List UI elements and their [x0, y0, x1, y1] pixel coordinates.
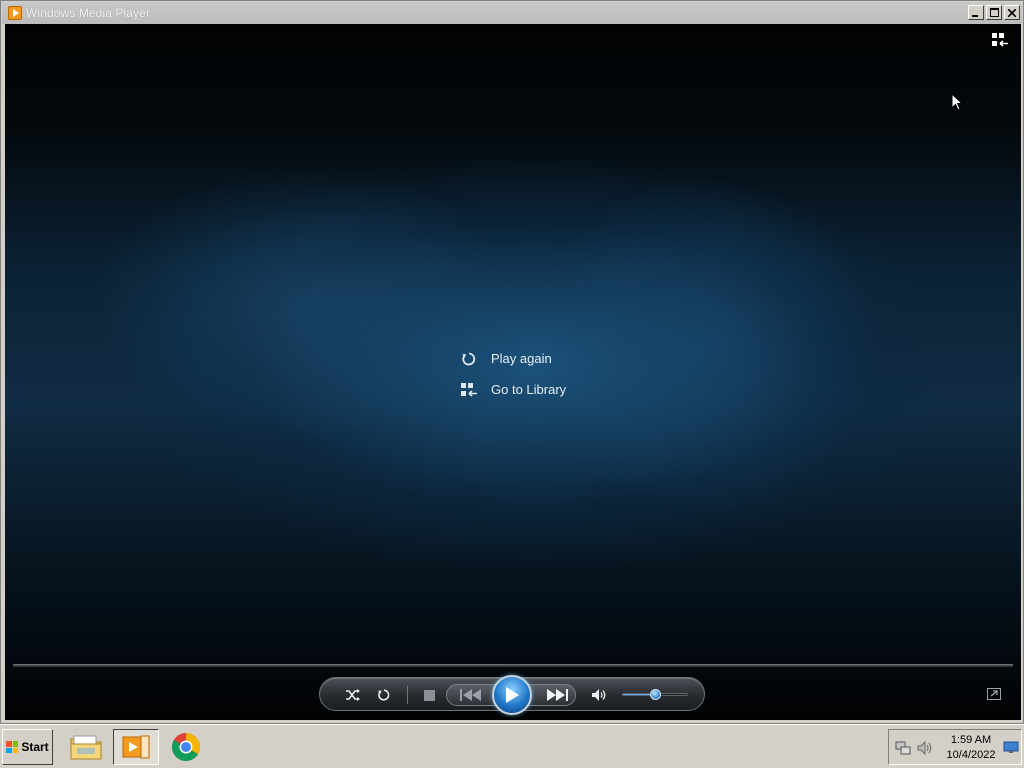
- clock-time: 1:59 AM: [950, 734, 992, 746]
- mute-button[interactable]: [590, 686, 608, 704]
- playback-controls: [319, 675, 705, 715]
- replay-icon: [459, 350, 479, 368]
- play-icon: [506, 687, 519, 703]
- repeat-button[interactable]: [375, 686, 393, 704]
- volume-slider[interactable]: [622, 689, 688, 700]
- library-icon: [459, 381, 479, 399]
- taskbar: Start 1:59 AM 10/4/2022: [0, 724, 1024, 768]
- mouse-cursor-icon: [951, 93, 963, 111]
- shuffle-icon: [346, 689, 360, 701]
- go-to-library-label: Go to Library: [491, 382, 567, 397]
- play-again-label: Play again: [491, 351, 552, 366]
- file-explorer-icon: [70, 735, 102, 760]
- start-label: Start: [21, 740, 49, 754]
- chrome-icon: [172, 733, 200, 761]
- fullscreen-icon[interactable]: [987, 688, 1001, 700]
- maximize-button[interactable]: [986, 5, 1002, 20]
- shuffle-button[interactable]: [344, 686, 362, 704]
- stop-icon: [423, 689, 435, 701]
- network-icon[interactable]: [895, 740, 911, 756]
- taskbar-media-player[interactable]: [113, 729, 159, 765]
- previous-button[interactable]: [456, 686, 486, 704]
- media-player-window: Windows Media Player Play again Go to Li…: [0, 0, 1024, 724]
- next-icon: [547, 689, 568, 701]
- title-bar[interactable]: Windows Media Player: [2, 2, 1022, 24]
- close-button[interactable]: [1004, 5, 1020, 20]
- stop-button[interactable]: [420, 686, 438, 704]
- windows-logo-icon: [6, 741, 19, 753]
- start-button[interactable]: Start: [2, 729, 53, 765]
- end-of-media-menu: Play again Go to Library: [459, 343, 566, 405]
- previous-icon: [460, 689, 481, 701]
- clock-date: 10/4/2022: [946, 749, 996, 761]
- volume-icon: [592, 689, 606, 701]
- taskbar-chrome[interactable]: [163, 729, 209, 765]
- repeat-icon: [378, 689, 390, 701]
- clock[interactable]: 1:59 AM 10/4/2022: [937, 733, 1005, 763]
- minimize-button[interactable]: [968, 5, 984, 20]
- speaker-icon[interactable]: [917, 740, 933, 756]
- volume-thumb[interactable]: [650, 689, 661, 700]
- play-button[interactable]: [492, 675, 532, 715]
- seek-bar[interactable]: [13, 664, 1013, 667]
- show-desktop-icon[interactable]: [1003, 739, 1019, 755]
- next-button[interactable]: [542, 686, 572, 704]
- system-tray: 1:59 AM 10/4/2022: [888, 729, 1022, 765]
- play-again-option[interactable]: Play again: [459, 343, 566, 374]
- now-playing-area[interactable]: Play again Go to Library: [5, 24, 1021, 720]
- go-to-library-option[interactable]: Go to Library: [459, 374, 566, 405]
- switch-to-library-icon[interactable]: [991, 32, 1009, 48]
- window-title: Windows Media Player: [26, 6, 151, 20]
- taskbar-file-explorer[interactable]: [63, 729, 109, 765]
- media-player-app-icon: [8, 6, 22, 20]
- media-player-icon: [122, 735, 150, 759]
